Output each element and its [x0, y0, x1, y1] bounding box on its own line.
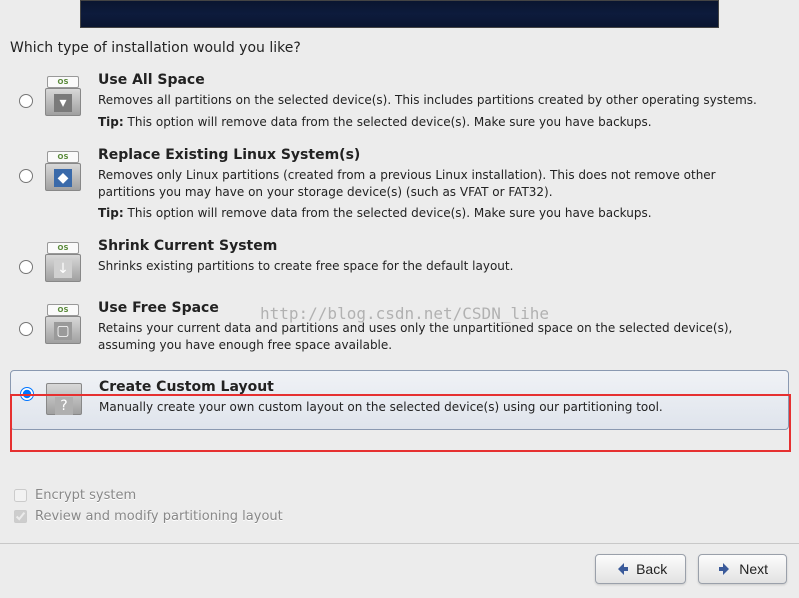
option-desc: Manually create your own custom layout o…	[99, 399, 764, 416]
option-shrink-current[interactable]: OS ↓ Shrink Current System Shrinks exist…	[10, 230, 789, 292]
option-use-free-space[interactable]: OS ▢ Use Free Space Retains your current…	[10, 292, 789, 370]
question-mark-icon: ?	[55, 397, 73, 415]
icon-col: OS ↓	[38, 236, 88, 282]
radio-col	[14, 236, 38, 274]
option-desc: Removes only Linux partitions (created f…	[98, 167, 765, 201]
radio-col	[14, 298, 38, 336]
back-button[interactable]: Back	[595, 554, 686, 584]
radio-create-custom-layout[interactable]	[20, 387, 34, 401]
footer-divider	[0, 543, 799, 544]
option-desc: Shrinks existing partitions to create fr…	[98, 258, 765, 275]
review-layout-label: Review and modify partitioning layout	[35, 509, 283, 524]
drive-icon: ?	[46, 379, 82, 419]
option-title: Use All Space	[98, 72, 765, 88]
option-create-custom-layout[interactable]: ? Create Custom Layout Manually create y…	[10, 370, 789, 430]
option-text: Use All Space Removes all partitions on …	[88, 70, 785, 129]
option-title: Replace Existing Linux System(s)	[98, 147, 765, 163]
os-badge: OS	[47, 151, 79, 163]
drive-icon: OS ◆	[45, 151, 81, 191]
icon-col: OS ▾	[38, 70, 88, 116]
option-text: Shrink Current System Shrinks existing p…	[88, 236, 785, 281]
button-bar: Back Next	[595, 554, 787, 584]
option-text: Use Free Space Retains your current data…	[88, 298, 785, 360]
radio-replace-existing[interactable]	[19, 169, 33, 183]
icon-col: OS ▢	[38, 298, 88, 344]
os-badge: OS	[47, 76, 79, 88]
option-text: Create Custom Layout Manually create you…	[89, 377, 784, 416]
installation-type-panel: Which type of installation would you lik…	[10, 40, 789, 430]
option-title: Create Custom Layout	[99, 379, 764, 395]
radio-col	[14, 70, 38, 108]
radio-col	[14, 145, 38, 183]
header-banner	[80, 0, 719, 28]
use-all-icon: ▾	[54, 94, 72, 112]
drive-icon: OS ▢	[45, 304, 81, 344]
drive-icon: OS ▾	[45, 76, 81, 116]
back-button-label: Back	[636, 561, 667, 577]
encrypt-system-checkbox[interactable]	[14, 489, 27, 502]
option-tip: Tip: This option will remove data from t…	[98, 206, 765, 220]
os-badge: OS	[47, 304, 79, 316]
icon-col: OS ◆	[38, 145, 88, 191]
option-tip: Tip: This option will remove data from t…	[98, 115, 765, 129]
question-label: Which type of installation would you lik…	[10, 40, 789, 56]
review-layout-row: Review and modify partitioning layout	[14, 509, 283, 524]
option-title: Shrink Current System	[98, 238, 765, 254]
icon-col: ?	[39, 377, 89, 419]
arrow-left-icon	[614, 561, 630, 577]
replace-icon: ◆	[54, 169, 72, 187]
encrypt-system-label: Encrypt system	[35, 488, 136, 503]
next-button[interactable]: Next	[698, 554, 787, 584]
free-space-icon: ▢	[54, 322, 72, 340]
os-badge: OS	[47, 242, 79, 254]
option-desc: Removes all partitions on the selected d…	[98, 92, 765, 109]
review-layout-checkbox[interactable]	[14, 510, 27, 523]
radio-use-free-space[interactable]	[19, 322, 33, 336]
drive-icon: OS ↓	[45, 242, 81, 282]
encrypt-system-row: Encrypt system	[14, 488, 283, 503]
radio-col	[15, 377, 39, 401]
bottom-checkbox-area: Encrypt system Review and modify partiti…	[14, 488, 283, 530]
radio-use-all-space[interactable]	[19, 94, 33, 108]
option-use-all-space[interactable]: OS ▾ Use All Space Removes all partition…	[10, 64, 789, 139]
next-button-label: Next	[739, 561, 768, 577]
option-title: Use Free Space	[98, 300, 765, 316]
radio-shrink-current[interactable]	[19, 260, 33, 274]
arrow-right-icon	[717, 561, 733, 577]
option-replace-existing[interactable]: OS ◆ Replace Existing Linux System(s) Re…	[10, 139, 789, 231]
option-desc: Retains your current data and partitions…	[98, 320, 765, 354]
shrink-icon: ↓	[54, 260, 72, 278]
option-text: Replace Existing Linux System(s) Removes…	[88, 145, 785, 221]
